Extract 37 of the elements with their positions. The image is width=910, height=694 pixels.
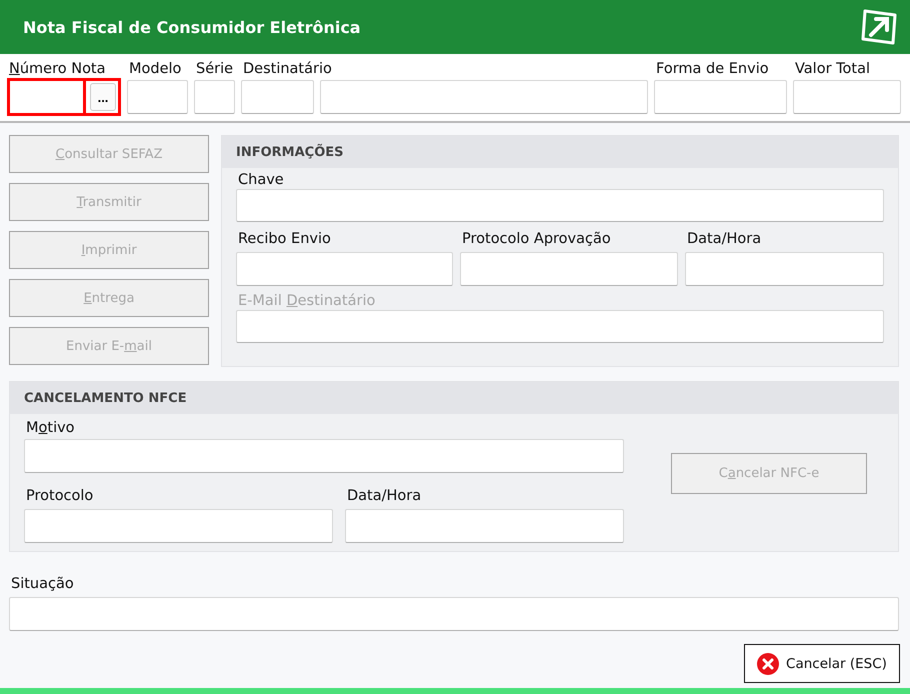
input-field[interactable]: [241, 80, 314, 114]
field-label: Chave: [237, 171, 285, 189]
close-icon: [757, 652, 780, 674]
input-field[interactable]: [24, 439, 624, 473]
field-label: Valor Total: [794, 60, 872, 78]
field-label: Data/Hora: [346, 487, 422, 505]
panel-title: CANCELAMENTO NFCE: [24, 390, 187, 406]
field-label: Recibo Envio: [237, 230, 332, 248]
field-label: E-Mail Destinatário: [237, 292, 376, 310]
input-field[interactable]: [236, 189, 884, 222]
field-label: Motivo: [25, 419, 76, 437]
window-title: Nota Fiscal de Consumidor Eletrônica: [23, 18, 361, 36]
input-field[interactable]: [236, 310, 884, 343]
field-label: Protocolo Aprovação: [461, 230, 612, 248]
field-label: Série: [195, 60, 234, 78]
input-field[interactable]: [460, 252, 678, 286]
field-label: Data/Hora: [686, 230, 762, 248]
input-field[interactable]: [793, 80, 901, 114]
input-field[interactable]: [9, 597, 899, 631]
panel-title: INFORMAÇÕES: [236, 144, 344, 160]
input-field[interactable]: [320, 80, 648, 114]
field-label: Modelo: [128, 60, 182, 78]
input-field[interactable]: [685, 252, 884, 286]
field-label: Situação: [10, 575, 75, 593]
field-label: Destinatário: [242, 60, 333, 78]
input-field[interactable]: [654, 80, 787, 114]
input-field[interactable]: [127, 80, 188, 114]
input-field[interactable]: [194, 80, 235, 114]
input-field[interactable]: [24, 509, 333, 543]
input-field[interactable]: [236, 252, 453, 286]
field-label: Número Nota: [8, 60, 107, 78]
number-field[interactable]: ...: [7, 78, 121, 116]
field-label: Forma de Envio: [655, 60, 770, 78]
input-field[interactable]: [345, 509, 624, 543]
field-label: Protocolo: [25, 487, 94, 505]
cancel-button[interactable]: Cancelar (ESC): [744, 644, 900, 683]
lookup-button[interactable]: ...: [90, 83, 116, 111]
